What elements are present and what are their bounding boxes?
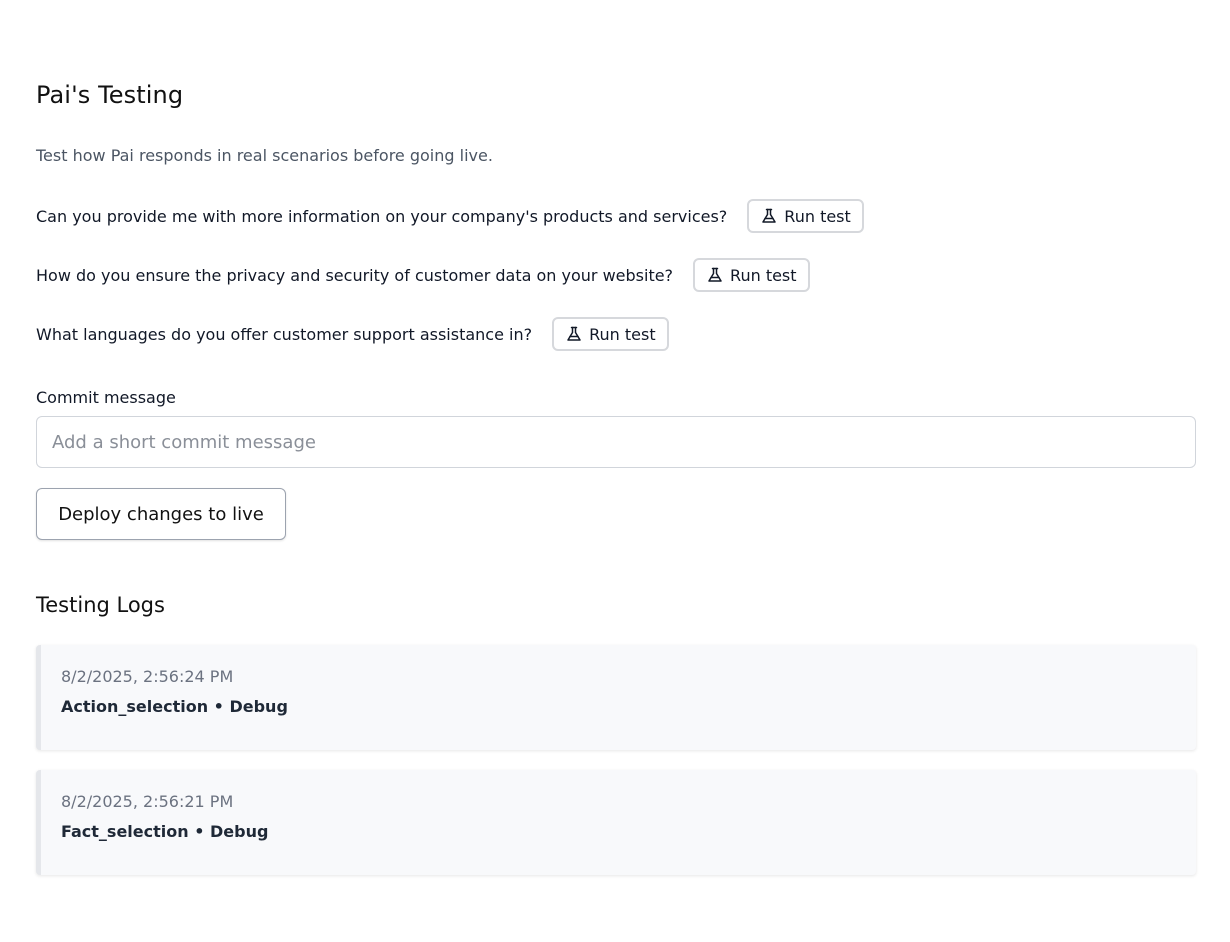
log-title: Fact_selection • Debug xyxy=(61,822,269,841)
log-entry[interactable]: 8/2/2025, 2:56:24 PM Action_selection • … xyxy=(36,645,1196,750)
testing-logs-heading: Testing Logs xyxy=(36,593,165,617)
run-test-label: Run test xyxy=(589,324,656,344)
test-question-row: How do you ensure the privacy and securi… xyxy=(36,258,810,292)
page-title: Pai's Testing xyxy=(36,81,184,109)
page-subtitle: Test how Pai responds in real scenarios … xyxy=(36,146,493,165)
flask-icon xyxy=(760,207,778,225)
test-question-text: How do you ensure the privacy and securi… xyxy=(36,265,674,285)
test-question-row: Can you provide me with more information… xyxy=(36,199,864,233)
run-test-label: Run test xyxy=(784,206,851,226)
log-title: Action_selection • Debug xyxy=(61,697,288,716)
log-timestamp: 8/2/2025, 2:56:24 PM xyxy=(61,667,234,686)
log-entry[interactable]: 8/2/2025, 2:56:21 PM Fact_selection • De… xyxy=(36,770,1196,875)
flask-icon xyxy=(706,266,724,284)
run-test-button[interactable]: Run test xyxy=(693,258,810,292)
run-test-button[interactable]: Run test xyxy=(552,317,669,351)
flask-icon xyxy=(565,325,583,343)
log-timestamp: 8/2/2025, 2:56:21 PM xyxy=(61,792,234,811)
run-test-label: Run test xyxy=(730,265,797,285)
commit-message-label: Commit message xyxy=(36,388,176,407)
deploy-changes-button[interactable]: Deploy changes to live xyxy=(36,488,286,540)
test-question-row: What languages do you offer customer sup… xyxy=(36,317,669,351)
test-question-text: Can you provide me with more information… xyxy=(36,206,728,226)
run-test-button[interactable]: Run test xyxy=(747,199,864,233)
test-question-text: What languages do you offer customer sup… xyxy=(36,324,533,344)
commit-message-input[interactable] xyxy=(36,416,1196,468)
